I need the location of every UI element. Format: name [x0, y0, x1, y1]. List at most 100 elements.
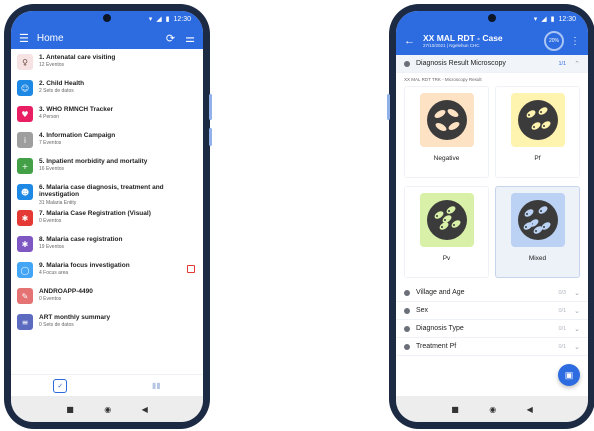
program-item[interactable]: ✎ ANDROAPP-4490 0 Eventos — [17, 288, 197, 310]
form-body: Diagnosis Result Microscopy 1/1 ⌃ XX MAL RD… — [396, 55, 588, 356]
result-option-label: Pf — [534, 155, 541, 162]
result-option-card[interactable]: Pf — [495, 86, 580, 178]
pregnant-woman-icon: ♀ — [17, 54, 33, 70]
program-count: 4 Person — [39, 114, 60, 121]
filter-icon[interactable]: ⚌ — [185, 32, 195, 45]
back-icon[interactable]: ◀ — [142, 405, 148, 414]
clock: 12:30 — [173, 15, 191, 23]
app-bar: ← XX MAL RDT - Case 27/10/2021 | Ngelehu… — [396, 27, 588, 55]
campaign-icon: i — [17, 132, 33, 148]
person-icon: ☻ — [17, 184, 33, 200]
program-count: 2 Sets de datos — [39, 88, 74, 95]
program-name: ANDROAPP-4490 — [39, 288, 93, 295]
question-label: XX MAL RDT TRK - Microscopy Result — [404, 77, 482, 82]
section-count: 0/3 — [558, 289, 567, 296]
result-option-card[interactable]: Pv — [404, 186, 489, 278]
chevron-down-icon: ⌄ — [574, 325, 580, 333]
program-text: 1. Antenatal care visiting 12 Eventos — [39, 54, 197, 68]
program-item[interactable]: ♥ 3. WHO RMNCH Tracker 4 Person — [17, 106, 197, 128]
virus-icon: ✱ — [17, 236, 33, 252]
program-name: 4. Information Campaign — [39, 132, 116, 139]
chevron-down-icon: ⌄ — [574, 343, 580, 351]
program-text: 6. Malaria case diagnosis, treatment and… — [39, 184, 197, 206]
battery-icon: ▮ — [550, 16, 555, 23]
program-count: 0 Sets de datos — [39, 322, 74, 329]
program-item[interactable]: ☺ 2. Child Health 2 Sets de datos — [17, 80, 197, 102]
home-icon[interactable]: ◉ — [489, 405, 496, 414]
section-count: 1/1 — [558, 60, 567, 67]
form-section[interactable]: Village and Age 0/3 ⌄ — [396, 284, 588, 302]
programs-tab-icon[interactable]: ✓ — [53, 378, 68, 393]
status-bar: ▾ ◢ ▮ 12:30 — [11, 11, 203, 27]
screen-home: ▾ ◢ ▮ 12:30 ☰ Home ⟳ ⚌ ♀ 1. Antenatal car… — [11, 11, 203, 422]
program-name: 7. Malaria Case Registration (Visual) — [39, 210, 151, 217]
program-item[interactable]: +5. Inpatient morbidity and mortality 16 … — [17, 158, 197, 180]
result-options-grid: Negative Pf Pv Mixed — [396, 86, 588, 278]
program-item[interactable]: ≡ ART monthly summary 0 Sets de datos — [17, 314, 197, 336]
home-icon[interactable]: ◉ — [104, 405, 111, 414]
wifi-icon: ▾ — [533, 16, 538, 23]
program-name: 6. Malaria case diagnosis, treatment and… — [39, 184, 164, 199]
program-text: ART monthly summary 0 Sets de datos — [39, 314, 197, 328]
recents-icon[interactable]: ■ — [66, 405, 74, 414]
document-icon: ≡ — [17, 314, 33, 330]
result-option-label: Mixed — [528, 255, 547, 262]
program-item[interactable]: ◯ 9. Malaria focus investigation 4 Focus a… — [17, 262, 197, 284]
section-status-icon — [404, 343, 410, 350]
status-bar: ▾ ◢ ▮ 12:30 — [396, 11, 588, 27]
camera-icon — [103, 14, 111, 22]
program-item[interactable]: ✱ 7. Malaria Case Registration (Visual) 0 … — [17, 210, 197, 232]
virus-icon: ✱ — [17, 210, 33, 226]
program-name: 5. Inpatient morbidity and mortality — [39, 158, 148, 165]
more-options-icon[interactable]: ⋮ — [570, 36, 580, 47]
sync-icon[interactable]: ⟳ — [166, 32, 175, 45]
program-count: 7 Eventos — [39, 140, 62, 147]
section-status-icon — [404, 289, 410, 296]
program-item[interactable]: ☻ 6. Malaria case diagnosis, treatment an… — [17, 184, 197, 206]
form-section[interactable]: Diagnosis Result Microscopy 1/1 ⌃ — [396, 55, 588, 73]
save-fab-button[interactable]: ▣ — [558, 364, 580, 386]
program-item[interactable]: i 4. Information Campaign 7 Eventos — [17, 132, 197, 154]
program-item[interactable]: ♀ 1. Antenatal care visiting 12 Eventos — [17, 54, 197, 76]
blood-cell-icon — [419, 193, 474, 247]
program-count: 31 Malaria Entity — [39, 199, 77, 206]
program-count: 19 Eventos — [39, 244, 65, 251]
result-option-card[interactable]: Mixed — [495, 186, 580, 278]
chevron-down-icon: ⌄ — [574, 307, 580, 315]
result-option-card[interactable]: Negative — [404, 86, 489, 178]
system-nav-bar: ■ ◉ ◀ — [11, 396, 203, 422]
screen-case-form: ▾ ◢ ▮ 12:30 ← XX MAL RDT - Case 27/10/20… — [396, 11, 588, 422]
form-section[interactable]: Treatment Pf 0/1 ⌄ — [396, 338, 588, 356]
back-icon[interactable]: ◀ — [527, 405, 533, 414]
calendar-icon[interactable] — [187, 265, 195, 273]
battery-icon: ▮ — [165, 16, 170, 23]
section-count: 0/1 — [558, 325, 567, 332]
program-text: 2. Child Health 2 Sets de datos — [39, 80, 197, 94]
back-arrow-icon[interactable]: ← — [404, 35, 415, 47]
app-bar: ☰ Home ⟳ ⚌ — [11, 27, 203, 49]
result-option-label: Negative — [433, 155, 460, 162]
program-text: 8. Malaria case registration 19 Eventos — [39, 236, 197, 250]
system-nav-bar: ■ ◉ ◀ — [396, 396, 588, 422]
section-status-icon — [404, 60, 410, 67]
form-section[interactable]: Diagnosis Type 0/1 ⌄ — [396, 320, 588, 338]
program-item[interactable]: ✱ 8. Malaria case registration 19 Eventos — [17, 236, 197, 258]
form-section[interactable]: Sex 0/1 ⌄ — [396, 302, 588, 320]
wifi-icon: ▾ — [148, 16, 153, 23]
blood-cell-icon — [510, 193, 565, 247]
analytics-tab-icon[interactable]: ▮▮ — [152, 381, 161, 390]
section-title: Diagnosis Result Microscopy — [416, 60, 506, 67]
program-count: 12 Eventos — [39, 62, 65, 69]
save-icon: ▣ — [564, 369, 574, 380]
volume-button — [209, 94, 212, 120]
section-count: 0/1 — [558, 343, 567, 350]
program-text: 9. Malaria focus investigation 4 Focus ar… — [39, 262, 197, 276]
camera-icon — [488, 14, 496, 22]
menu-icon[interactable]: ☰ — [19, 32, 29, 45]
program-count: 16 Eventos — [39, 166, 65, 173]
recents-icon[interactable]: ■ — [451, 405, 459, 414]
phone-case-form: ▾ ◢ ▮ 12:30 ← XX MAL RDT - Case 27/10/20… — [387, 4, 594, 429]
signal-icon: ◢ — [156, 16, 162, 23]
chevron-down-icon: ⌄ — [574, 289, 580, 297]
program-name: 2. Child Health — [39, 80, 85, 87]
